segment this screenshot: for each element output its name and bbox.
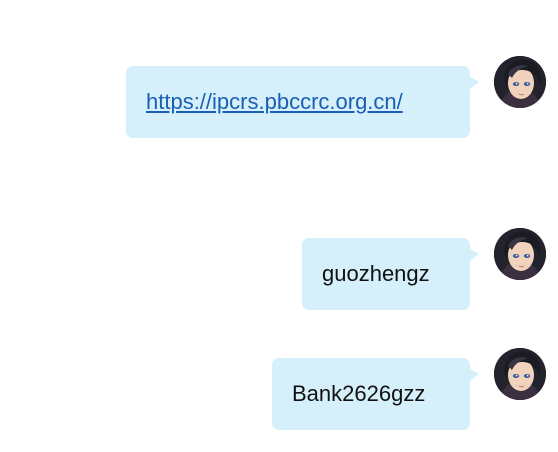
message-row: guozhengz (302, 228, 546, 310)
message-bubble[interactable]: Bank2626gzz (272, 358, 479, 430)
user-avatar[interactable] (494, 56, 546, 108)
message-row: https://ipcrs.pbccrc.org.cn/ (126, 56, 546, 138)
message-bubble[interactable]: guozhengz (302, 238, 479, 310)
user-avatar[interactable] (494, 228, 546, 280)
message-text: Bank2626gzz (292, 381, 426, 406)
message-link[interactable]: https://ipcrs.pbccrc.org.cn/ (146, 89, 403, 115)
message-bubble[interactable]: https://ipcrs.pbccrc.org.cn/ (126, 66, 479, 138)
user-avatar[interactable] (494, 348, 546, 400)
message-text: guozhengz (322, 261, 430, 286)
message-row: Bank2626gzz (272, 348, 546, 430)
avatar-portrait-icon (494, 348, 546, 400)
avatar-portrait-icon (494, 228, 546, 280)
avatar-portrait-icon (494, 56, 546, 108)
chat-conversation: https://ipcrs.pbccrc.org.cn/ guozhengz B… (0, 0, 558, 452)
